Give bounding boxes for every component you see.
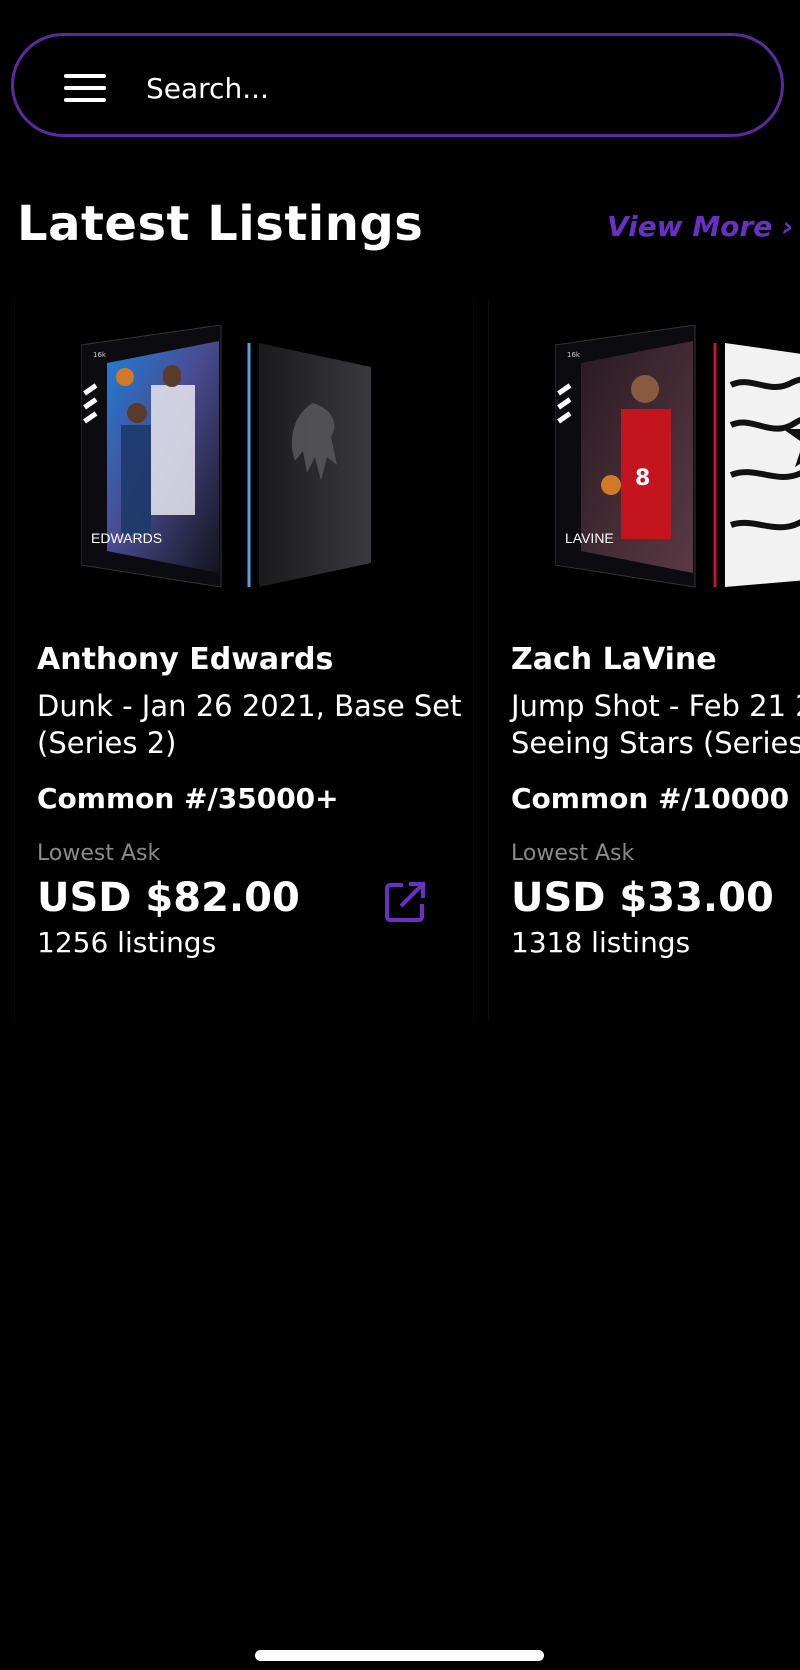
lowest-ask-label: Lowest Ask <box>511 841 635 866</box>
listing-count: 1318 listings <box>511 926 691 959</box>
card-corner-badge: 16k <box>93 351 107 359</box>
moment-card-image: 8 16k LAVINE <box>555 325 800 588</box>
price: USD $82.00 <box>37 875 300 921</box>
view-more-link[interactable]: View More › <box>607 210 794 243</box>
play-description-line: Jump Shot - Feb 21 2021, <box>511 689 800 723</box>
external-link-icon[interactable] <box>383 880 427 924</box>
player-name: Anthony Edwards <box>37 642 334 677</box>
rarity-label: Common #/35000+ <box>37 782 339 815</box>
svg-text:8: 8 <box>635 466 650 491</box>
section-title: Latest Listings <box>17 196 424 252</box>
play-description: Dunk - Jan 26 2021, Base Set (Series 2) <box>37 688 477 762</box>
listing-card[interactable]: 8 16k LAVINE Zach LaVine Jump Shot - Feb… <box>488 300 800 1020</box>
player-name: Zach LaVine <box>511 642 717 677</box>
search-input[interactable] <box>146 62 706 114</box>
play-description-line: Dunk - Jan 26 2021, Base Set <box>37 689 462 723</box>
app-screen: Latest Listings View More › <box>0 0 800 1670</box>
home-indicator[interactable] <box>255 1650 544 1661</box>
play-description-line: (Series 2) <box>37 726 177 760</box>
card-corner-badge: 16k <box>567 351 581 359</box>
search-bar <box>11 33 784 137</box>
play-description-line: Seeing Stars (Series 2) <box>511 726 800 760</box>
price: USD $33.00 <box>511 875 774 921</box>
hamburger-menu-icon[interactable] <box>64 74 106 104</box>
rarity-label: Common #/10000 <box>511 782 790 815</box>
listing-count: 1256 listings <box>37 926 217 959</box>
card-player-label: LAVINE <box>565 530 614 546</box>
lowest-ask-label: Lowest Ask <box>37 841 161 866</box>
card-player-label: EDWARDS <box>91 530 162 546</box>
listing-card[interactable]: 16k EDWARDS Anthony Edwards Dunk - Jan 2… <box>14 300 474 1020</box>
moment-card-image: 16k EDWARDS <box>81 325 371 588</box>
play-description: Jump Shot - Feb 21 2021, Seeing Stars (S… <box>511 688 800 762</box>
